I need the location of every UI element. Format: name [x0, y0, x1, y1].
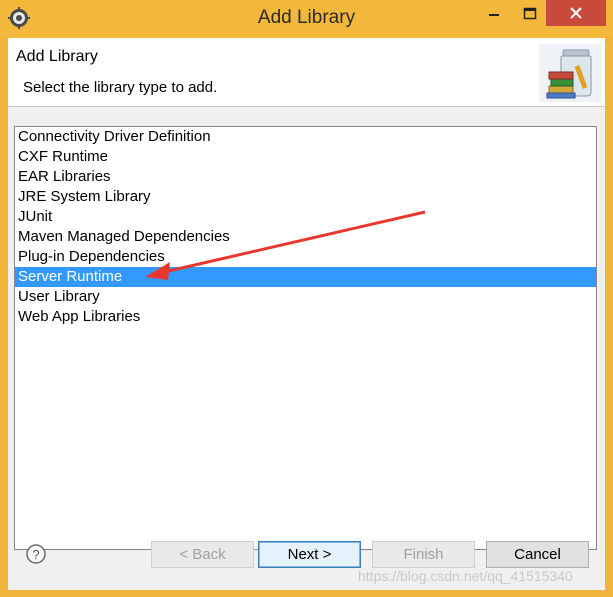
svg-text:?: ?	[32, 547, 39, 562]
cancel-button[interactable]: Cancel	[486, 541, 589, 568]
library-list-item[interactable]: JUnit	[15, 207, 596, 227]
wizard-header: Add Library Select the library type to a…	[8, 38, 605, 107]
page-description: Select the library type to add.	[23, 79, 218, 96]
library-list-item[interactable]: CXF Runtime	[15, 147, 596, 167]
close-button[interactable]	[546, 0, 606, 26]
title-bar[interactable]: Add Library	[0, 0, 613, 38]
library-list-item[interactable]: User Library	[15, 287, 596, 307]
library-list-item[interactable]: Server Runtime	[15, 267, 596, 287]
maximize-icon	[523, 7, 537, 20]
library-list-item[interactable]: EAR Libraries	[15, 167, 596, 187]
library-list-item[interactable]: Web App Libraries	[15, 307, 596, 327]
back-button[interactable]: < Back	[151, 541, 254, 568]
library-list-item[interactable]: Maven Managed Dependencies	[15, 227, 596, 247]
next-button[interactable]: Next >	[258, 541, 361, 568]
help-question-icon[interactable]: ?	[26, 544, 46, 564]
watermark-text: https://blog.csdn.net/qq_41515340	[358, 568, 573, 584]
finish-button[interactable]: Finish	[372, 541, 475, 568]
maximize-button[interactable]	[512, 0, 548, 28]
dialog-body: Add Library Select the library type to a…	[8, 38, 605, 590]
library-books-jar-icon	[539, 44, 601, 102]
library-type-list[interactable]: Connectivity Driver Definition CXF Runtim…	[14, 126, 597, 550]
library-list-item[interactable]: Plug-in Dependencies	[15, 247, 596, 267]
page-title: Add Library	[16, 48, 98, 65]
minimize-icon	[489, 14, 499, 16]
close-icon	[570, 7, 582, 19]
minimize-button[interactable]	[476, 0, 512, 28]
library-list-item[interactable]: JRE System Library	[15, 187, 596, 207]
library-list-item[interactable]: Connectivity Driver Definition	[15, 127, 596, 147]
dialog-window: Add Library Add Library Select the libra…	[0, 0, 613, 597]
